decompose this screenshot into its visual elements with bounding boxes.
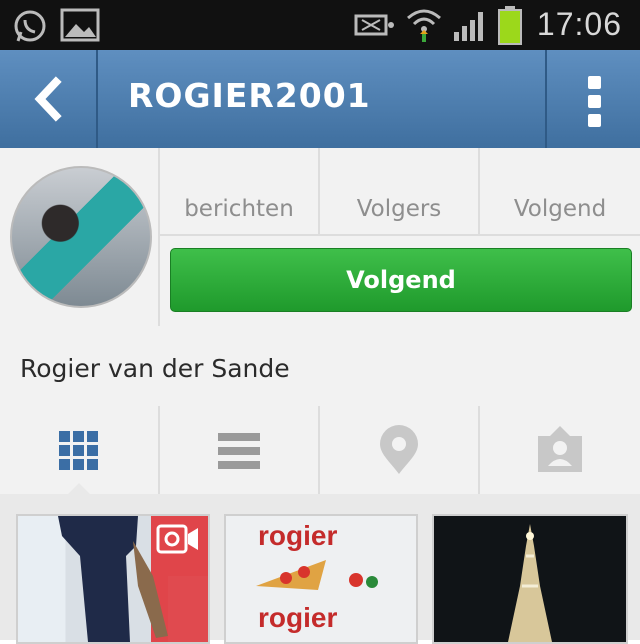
stat-followers-label: Volgers [356,196,442,222]
status-bar: 17:06 [0,0,640,50]
overflow-menu-button[interactable] [545,50,640,148]
page-title: ROGIER2001 [128,76,371,115]
video-icon [156,524,198,554]
tab-tagged-view[interactable] [480,406,640,494]
pizza-image [256,560,378,590]
nfc-icon [354,14,394,36]
whatsapp-icon [14,10,46,42]
photo-caption-top: rogier [258,520,338,551]
eiffel-tower-image [508,524,552,642]
photo-grid: rogier rogier [0,494,640,644]
location-pin-icon [380,425,418,474]
photo-thumbnail-1[interactable] [16,514,210,644]
tab-grid-view[interactable] [0,406,160,494]
tab-map-view[interactable] [320,406,480,494]
gallery-icon [60,8,100,42]
stat-posts-label: berichten [184,196,294,222]
app-header: ROGIER2001 [0,50,640,148]
photo-thumbnail-2[interactable]: rogier rogier [224,514,418,644]
battery-icon [498,6,522,45]
person-tag-icon [538,426,582,472]
back-button[interactable] [0,50,98,148]
tab-list-view[interactable] [160,406,320,494]
view-tabs [0,406,640,496]
chevron-left-icon [34,76,62,122]
avatar-cell [0,148,160,326]
stat-followers[interactable]: Volgers [320,148,480,236]
profile-header: berichten Volgers Volgend Volgend [0,148,640,328]
full-name: Rogier van der Sande [20,354,290,383]
status-time: 17:06 [536,6,622,42]
avatar[interactable] [10,166,152,308]
stat-following-label: Volgend [513,196,607,222]
photo-thumbnail-3[interactable] [432,514,628,644]
photo-caption-bottom: rogier [258,602,338,633]
stat-following[interactable]: Volgend [480,148,640,236]
wifi-icon [407,9,441,42]
list-icon [218,433,260,469]
grid-icon [59,431,98,494]
signal-icon [454,12,483,41]
following-button[interactable]: Volgend [170,248,632,312]
stat-posts[interactable]: berichten [160,148,320,236]
